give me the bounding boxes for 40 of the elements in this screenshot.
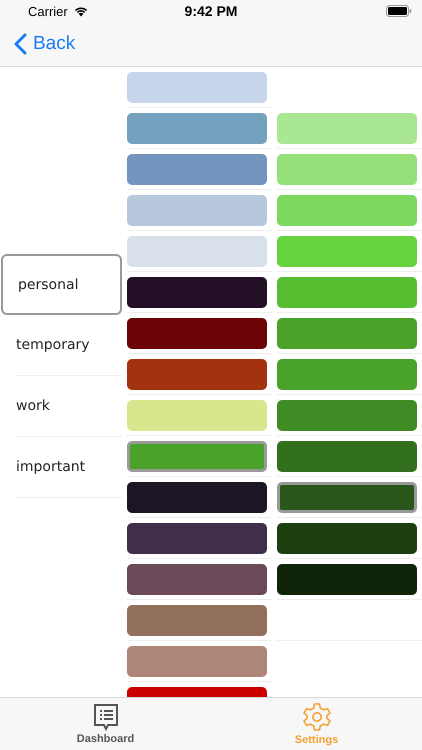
color-swatch[interactable]	[277, 236, 417, 266]
tag-item[interactable]: temporary	[16, 315, 122, 376]
color-swatch[interactable]	[277, 564, 417, 594]
color-swatch[interactable]	[277, 482, 417, 512]
color-swatch[interactable]	[127, 400, 267, 430]
color-swatch[interactable]	[127, 276, 267, 308]
color-swatch[interactable]	[277, 440, 417, 472]
color-swatch[interactable]	[127, 482, 267, 512]
color-swatch[interactable]	[277, 318, 417, 348]
tag-item[interactable]: personal	[1, 254, 122, 315]
color-swatch[interactable]	[127, 318, 267, 348]
list-icon	[92, 703, 118, 731]
color-swatch[interactable]	[277, 358, 417, 390]
tag-item[interactable]: work	[16, 376, 122, 437]
clock-time: 9:42 PM	[184, 3, 238, 19]
back-button[interactable]: Back	[12, 31, 78, 57]
color-swatch[interactable]	[127, 194, 267, 226]
tag-item[interactable]: important	[16, 437, 122, 498]
battery-icon	[386, 5, 412, 17]
settings-icon	[302, 702, 332, 732]
carrier-label: Carrier	[28, 4, 68, 18]
color-swatch[interactable]	[127, 646, 267, 676]
color-swatch[interactable]	[277, 112, 417, 144]
color-swatch[interactable]	[127, 154, 267, 184]
color-swatch[interactable]	[277, 276, 417, 308]
color-swatch[interactable]	[277, 194, 417, 226]
color-swatch[interactable]	[127, 522, 267, 554]
color-swatch[interactable]	[127, 112, 267, 144]
chevron-left-icon	[14, 33, 27, 55]
color-swatch[interactable]	[277, 154, 417, 184]
color-swatch[interactable]	[127, 358, 267, 390]
color-swatch[interactable]	[277, 522, 417, 554]
color-swatch[interactable]	[127, 564, 267, 594]
color-swatch[interactable]	[127, 604, 267, 636]
color-swatch[interactable]	[127, 236, 267, 266]
tab-item[interactable]: Dashboard	[0, 698, 211, 750]
wifi-icon	[72, 5, 89, 17]
color-swatch[interactable]	[127, 440, 267, 472]
color-swatch[interactable]	[277, 400, 417, 430]
color-swatch[interactable]	[127, 72, 267, 102]
